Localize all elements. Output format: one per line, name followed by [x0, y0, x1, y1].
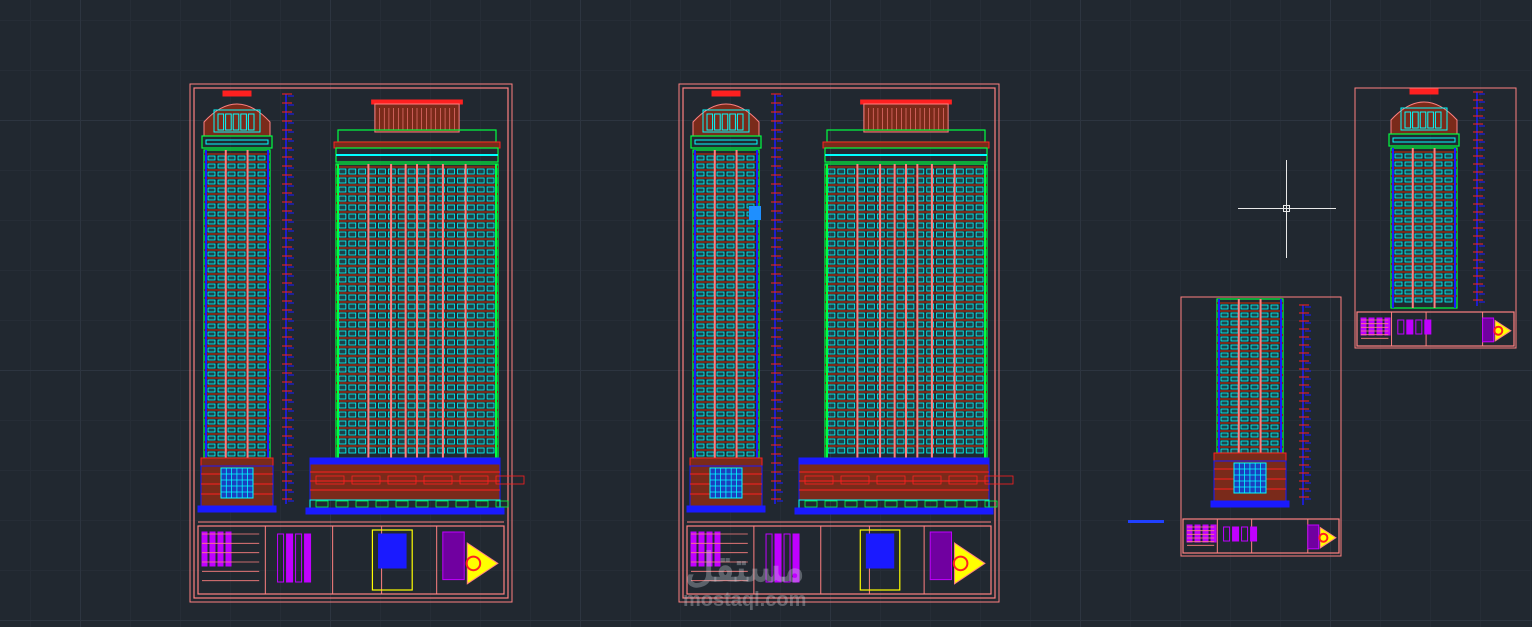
selection-grip[interactable]	[749, 206, 761, 220]
ucs-marker	[1128, 520, 1164, 523]
slim-tower-elevation	[1388, 88, 1460, 309]
crosshair-cursor-icon	[1238, 160, 1336, 258]
drawing-sheet-1[interactable]	[189, 83, 525, 603]
slim-tower-elevation	[1210, 298, 1290, 508]
title-block	[1356, 311, 1515, 347]
sheet-1-elevation	[189, 83, 525, 603]
title-block	[197, 525, 505, 595]
pickbox-icon	[1283, 205, 1290, 212]
watermark: مستقل mostaql.com	[683, 545, 863, 615]
drawing-sheet-3[interactable]	[1179, 295, 1343, 558]
drawing-sheet-2[interactable]	[678, 83, 1014, 603]
title-block	[1182, 518, 1340, 554]
drawing-sheet-4[interactable]	[1353, 86, 1518, 350]
wide-tower-elevation	[305, 99, 525, 515]
slim-tower-elevation	[686, 90, 766, 513]
sheet-2-elevation	[678, 83, 1014, 603]
sheet-4-elevation	[1354, 87, 1517, 349]
slim-tower-elevation	[197, 90, 277, 513]
watermark-domain: mostaql.com	[683, 589, 807, 611]
watermark-logo: مستقل	[685, 546, 805, 590]
sheet-3-elevation	[1180, 296, 1342, 557]
wide-tower-elevation	[794, 99, 1014, 515]
